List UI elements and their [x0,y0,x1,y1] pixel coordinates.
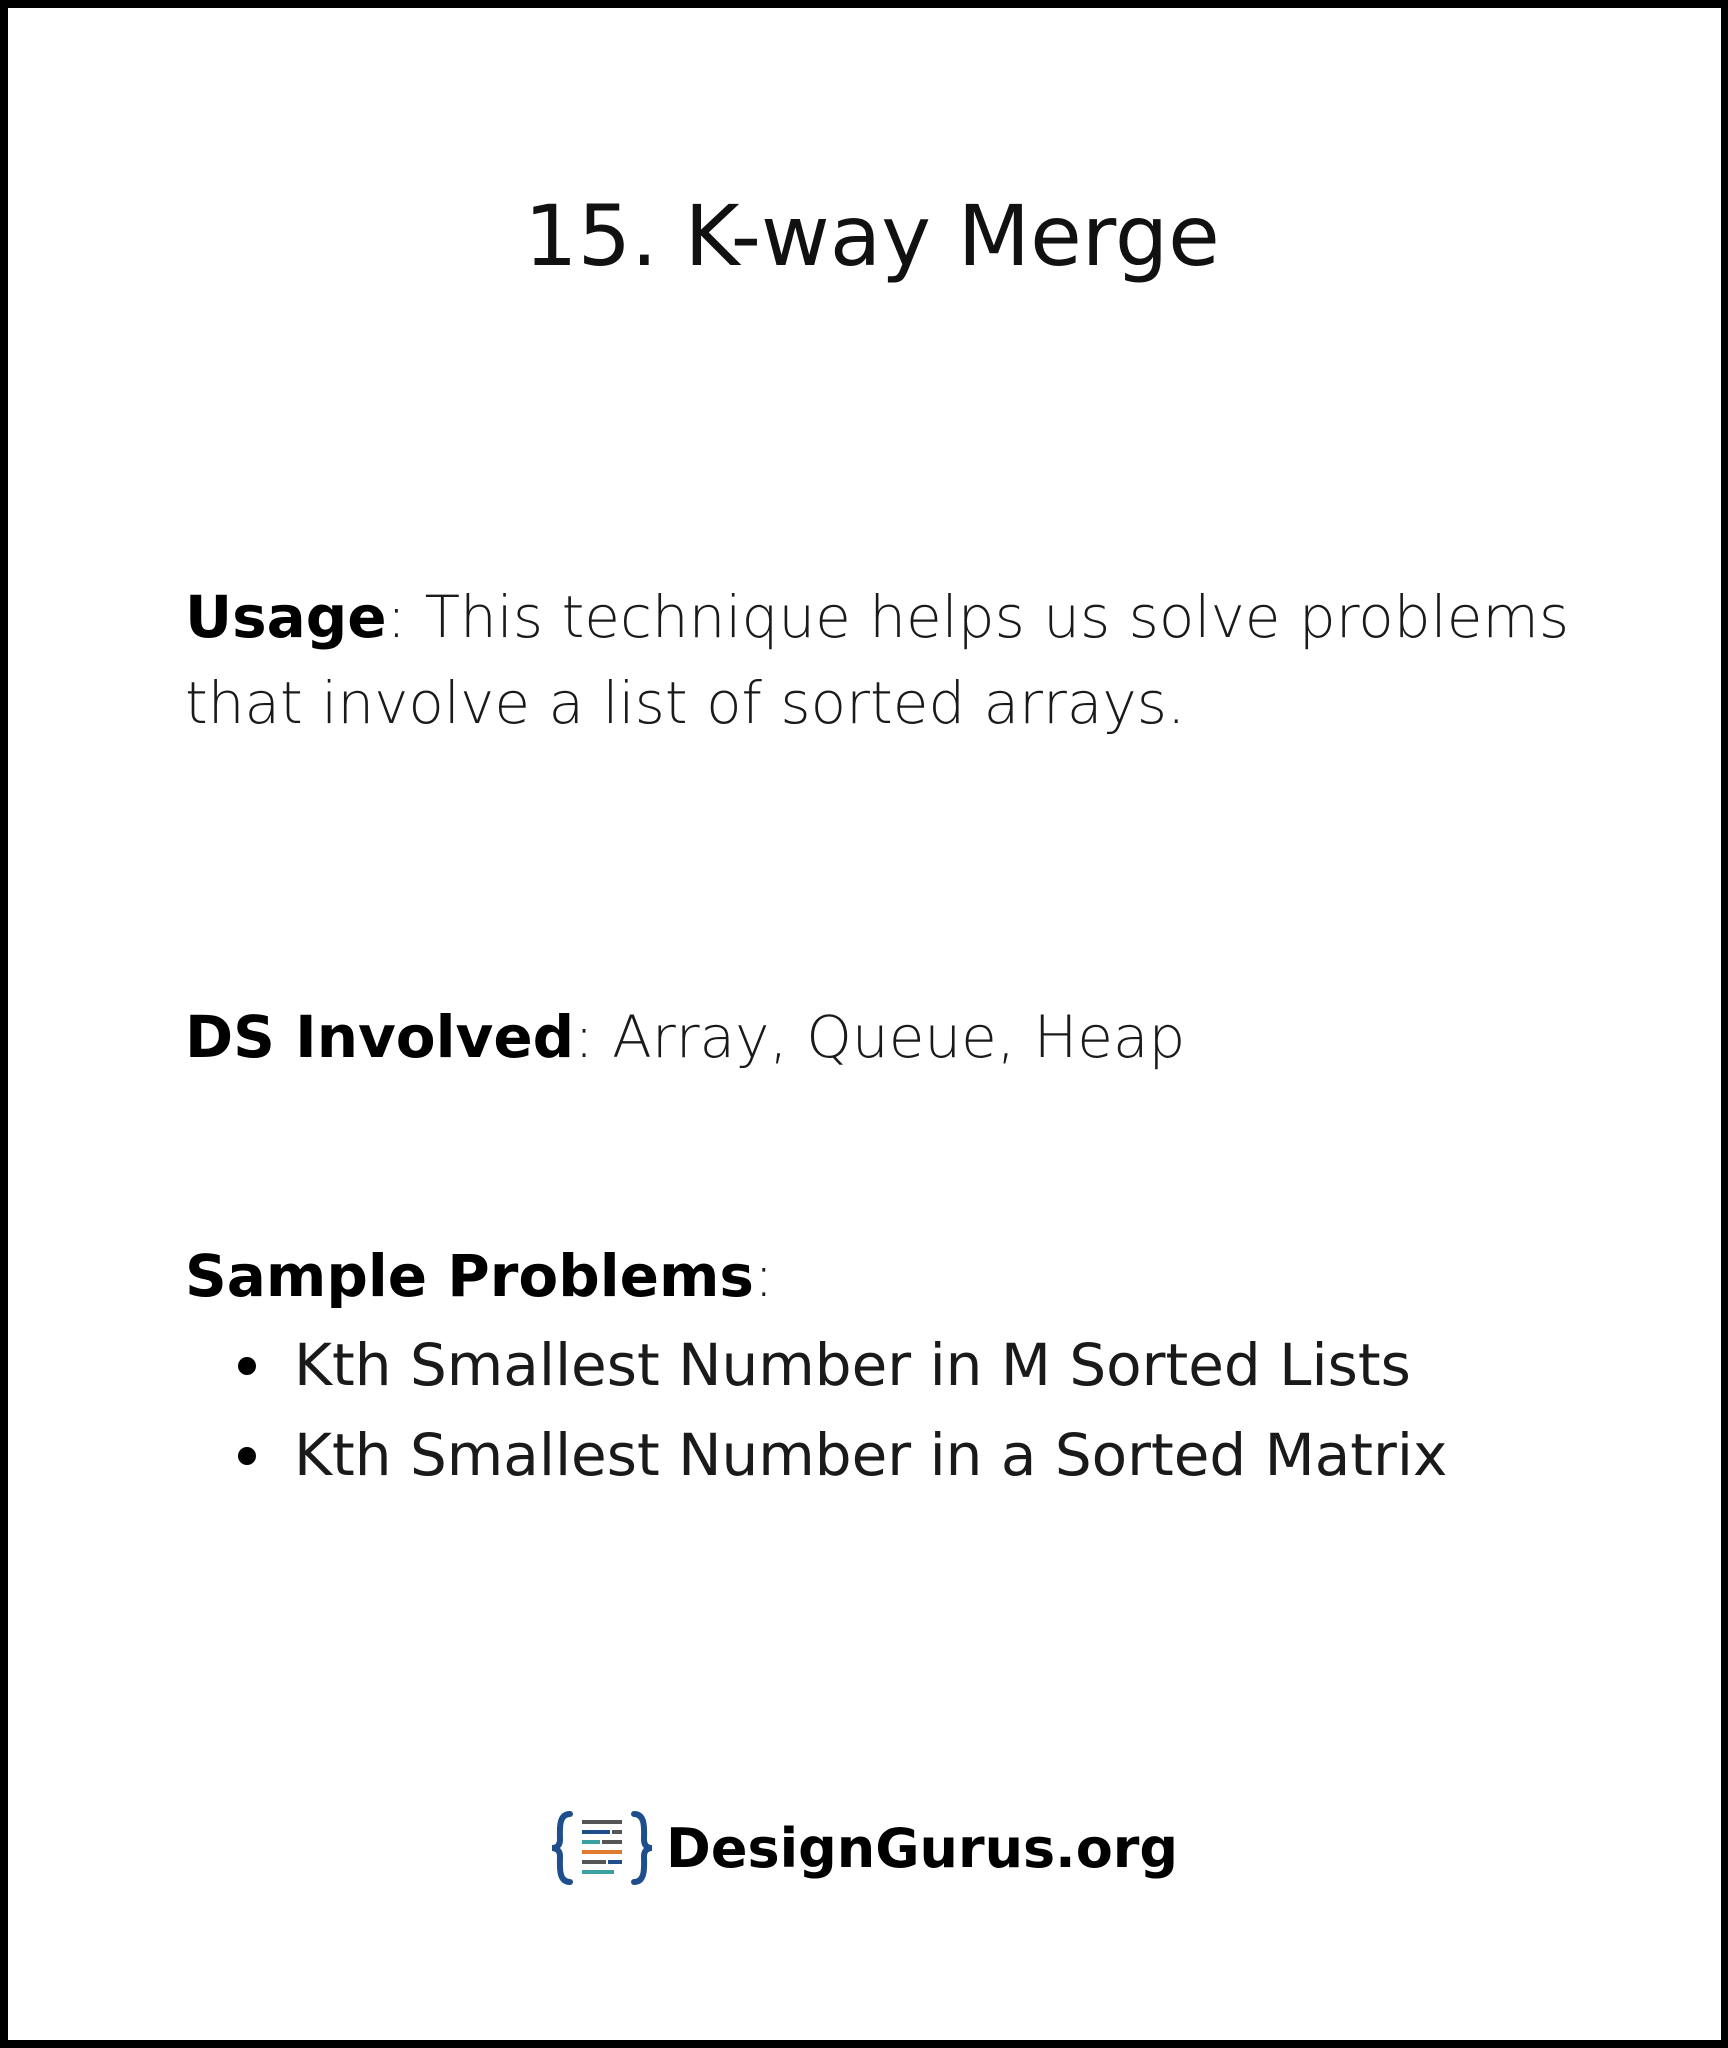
problem-label: Kth Smallest Number in a Sorted Matrix [294,1421,1448,1489]
code-braces-icon [551,1811,653,1885]
ds-involved-label: DS Involved [185,1003,575,1071]
list-item: Kth Smallest Number in a Sorted Matrix [238,1410,1447,1500]
brand-footer: DesignGurus.org [548,1808,1178,1888]
ds-involved-section: DS Involved: Array, Queue, Heap [185,994,1571,1080]
page-title: 15. K-way Merge [524,187,1220,285]
sample-problems-list: Kth Smallest Number in M Sorted Lists Kt… [238,1320,1447,1500]
ds-involved-text: Array, Queue, Heap [593,1003,1186,1071]
sample-problems-section: Sample Problems: [185,1233,1571,1319]
usage-section: Usage: This technique helps us solve pro… [185,574,1571,746]
problem-label: Kth Smallest Number in M Sorted Lists [294,1331,1411,1399]
brand-name: DesignGurus.org [666,1816,1179,1880]
sample-problems-label: Sample Problems [185,1242,754,1310]
card: 15. K-way Merge Usage: This technique he… [0,0,1728,2048]
ds-involved-separator: : [574,1003,594,1071]
bullet-icon [238,1447,256,1465]
sample-problems-separator: : [753,1242,774,1310]
usage-label: Usage [185,583,387,651]
bullet-icon [238,1357,256,1375]
list-item: Kth Smallest Number in M Sorted Lists [238,1320,1447,1410]
usage-separator: : [386,583,407,651]
